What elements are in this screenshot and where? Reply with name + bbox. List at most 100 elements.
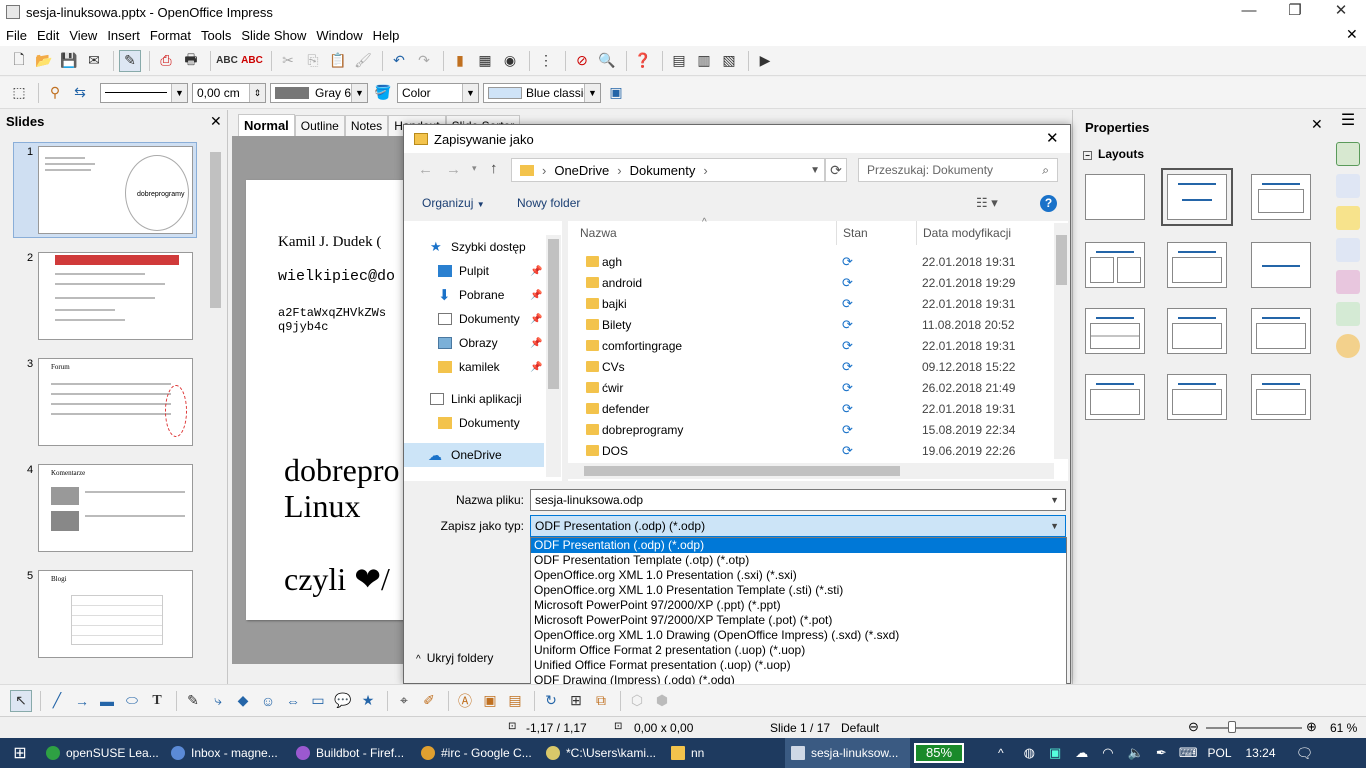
file-row[interactable]: defender ⟳ 22.01.2018 19:31 bbox=[568, 398, 1048, 419]
filetype-option[interactable]: OpenOffice.org XML 1.0 Drawing (OpenOffi… bbox=[531, 628, 1066, 643]
navigator-deck-icon[interactable] bbox=[1336, 334, 1360, 358]
master-pages-icon[interactable] bbox=[1336, 174, 1360, 198]
edit-file-icon[interactable]: ✎ bbox=[119, 49, 141, 72]
restore-icon[interactable]: ❐ bbox=[1272, 0, 1318, 24]
layout-title-only[interactable] bbox=[1167, 242, 1227, 288]
nav-pictures[interactable]: Obrazy 📌 bbox=[404, 331, 544, 355]
menu-tools[interactable]: Tools bbox=[196, 28, 236, 43]
line-ends-icon[interactable]: ⇆ bbox=[69, 82, 91, 104]
slide-thumb-5[interactable]: Blogi bbox=[38, 570, 193, 658]
language-indicator[interactable]: POL bbox=[1207, 746, 1231, 760]
layout-two-content[interactable] bbox=[1085, 242, 1145, 288]
display-grid-icon[interactable]: ◉ bbox=[499, 50, 521, 72]
new-icon[interactable]: 🗋 bbox=[8, 50, 30, 72]
menu-window[interactable]: Window bbox=[311, 28, 367, 43]
filename-input[interactable]: sesja-linuksowa.odp ▼ bbox=[530, 489, 1066, 511]
slide-layout-icon[interactable]: ▥ bbox=[693, 50, 715, 72]
menu-edit[interactable]: Edit bbox=[32, 28, 64, 43]
breadcrumb-dokumenty[interactable]: Dokumenty bbox=[630, 163, 696, 178]
line-icon[interactable]: ⬚ bbox=[8, 82, 30, 104]
menu-view[interactable]: View bbox=[64, 28, 102, 43]
nav-documents[interactable]: Dokumenty 📌 bbox=[404, 307, 544, 331]
open-icon[interactable]: 📂 bbox=[33, 50, 55, 72]
zoom-in-icon[interactable]: ⊕ bbox=[1306, 719, 1317, 735]
arrow-style-icon[interactable]: ⚲ bbox=[44, 82, 66, 104]
email-icon[interactable]: ✉ bbox=[83, 50, 105, 72]
slideshow-icon[interactable]: ▶ bbox=[754, 50, 776, 72]
address-dropdown-icon[interactable]: ▼ bbox=[810, 165, 820, 176]
taskbar-item[interactable]: Buildbot - Firef... bbox=[290, 738, 415, 768]
dialog-help-icon[interactable]: ? bbox=[1040, 195, 1057, 212]
zoom-slider-thumb[interactable] bbox=[1228, 721, 1236, 733]
line-tool-icon[interactable]: ╱ bbox=[46, 690, 68, 712]
hide-folders-button[interactable]: ^ Ukryj foldery bbox=[416, 651, 493, 665]
notifications-icon[interactable]: 🗨 bbox=[1296, 745, 1314, 762]
paste-icon[interactable]: 📋 bbox=[327, 50, 349, 72]
slide-thumb-3[interactable]: Forum bbox=[38, 358, 193, 446]
line-color-select[interactable]: Gray 6 ▼ bbox=[270, 82, 368, 103]
organize-button[interactable]: Organizuj ▼ bbox=[422, 196, 485, 210]
flowchart-icon[interactable]: ▭ bbox=[307, 690, 329, 712]
file-row[interactable]: CVs ⟳ 09.12.2018 15:22 bbox=[568, 356, 1048, 377]
taskbar-item[interactable]: Inbox - magne... bbox=[165, 738, 290, 768]
toggle-extrusion-icon[interactable]: ⬢ bbox=[651, 690, 673, 712]
area-style-icon[interactable]: 🪣 bbox=[372, 82, 394, 104]
new-slide-icon[interactable]: ▤ bbox=[668, 50, 690, 72]
menu-format[interactable]: Format bbox=[145, 28, 196, 43]
address-bar[interactable]: › OneDrive › Dokumenty › ▼ bbox=[511, 158, 825, 182]
battery-indicator[interactable]: 85% bbox=[914, 743, 964, 763]
arrow-line-icon[interactable]: → bbox=[71, 690, 93, 712]
slides-scrollbar[interactable] bbox=[208, 138, 223, 682]
tray-expand-icon[interactable]: ^ bbox=[998, 746, 1004, 760]
filetype-option[interactable]: OpenOffice.org XML 1.0 Presentation Temp… bbox=[531, 583, 1066, 598]
taskbar-item[interactable]: sesja-linuksow... bbox=[785, 738, 910, 768]
zoom-icon[interactable]: 🔍 bbox=[596, 50, 618, 72]
layout-four-content[interactable] bbox=[1167, 374, 1227, 420]
menu-file[interactable]: File bbox=[1, 28, 32, 43]
navigator-icon[interactable]: ⊘ bbox=[571, 50, 593, 72]
arrange-icon[interactable]: ⧉ bbox=[590, 690, 612, 712]
tray-app-icon[interactable]: ◍ bbox=[1024, 745, 1035, 761]
clone-format-icon[interactable]: 🖌 bbox=[352, 50, 374, 72]
copy-icon[interactable]: ⎘ bbox=[302, 50, 324, 72]
gallery-icon[interactable] bbox=[1336, 302, 1360, 326]
line-style-select[interactable]: ▼ bbox=[100, 82, 188, 103]
table-icon[interactable]: ▦ bbox=[474, 50, 496, 72]
filetype-option[interactable]: ODF Presentation (.odp) (*.odp) bbox=[531, 538, 1066, 553]
ellipse-icon[interactable]: ⬭ bbox=[121, 690, 143, 712]
nav-documents-2[interactable]: Dokumenty bbox=[404, 411, 544, 435]
back-icon[interactable]: ← bbox=[418, 161, 433, 178]
start-button[interactable]: ⊞ bbox=[0, 738, 40, 768]
refresh-icon[interactable]: ⟳ bbox=[825, 158, 847, 182]
glue-points-icon[interactable]: ✐ bbox=[418, 690, 440, 712]
column-status[interactable]: Stan bbox=[836, 221, 916, 245]
nav-downloads[interactable]: ⬇ Pobrane 📌 bbox=[404, 283, 544, 307]
sidebar-menu-icon[interactable]: ☰ bbox=[1330, 110, 1366, 134]
styles-icon[interactable] bbox=[1336, 270, 1360, 294]
tab-normal[interactable]: Normal bbox=[238, 114, 295, 136]
layout-six-content[interactable] bbox=[1251, 374, 1311, 420]
select-icon[interactable]: ↖ bbox=[10, 689, 32, 712]
cut-icon[interactable]: ✂ bbox=[277, 50, 299, 72]
layout-content-two[interactable] bbox=[1167, 308, 1227, 354]
tray-store-icon[interactable]: ▣ bbox=[1049, 745, 1061, 761]
callouts-icon[interactable]: 💬 bbox=[332, 690, 354, 712]
onedrive-tray-icon[interactable]: ☁ bbox=[1075, 745, 1088, 761]
forward-icon[interactable]: → bbox=[446, 161, 461, 178]
rectangle-icon[interactable]: ▬ bbox=[96, 690, 118, 712]
nav-scrollbar[interactable] bbox=[546, 235, 561, 477]
wifi-icon[interactable]: ◠ bbox=[1102, 745, 1113, 761]
recent-locations-icon[interactable]: ▾ bbox=[472, 163, 477, 174]
menu-help[interactable]: Help bbox=[368, 28, 405, 43]
symbol-shapes-icon[interactable]: ☺ bbox=[257, 690, 279, 712]
filetype-option[interactable]: ODF Presentation Template (.otp) (*.otp) bbox=[531, 553, 1066, 568]
layout-centered-text[interactable] bbox=[1251, 242, 1311, 288]
redo-icon[interactable]: ↷ bbox=[413, 50, 435, 72]
filetype-option[interactable]: Uniform Office Format 2 presentation (.u… bbox=[531, 643, 1066, 658]
spellcheck-icon[interactable]: ABC bbox=[216, 50, 238, 72]
slide-thumb-4[interactable]: Komentarze bbox=[38, 464, 193, 552]
layout-two-content-two[interactable] bbox=[1251, 308, 1311, 354]
print-icon[interactable]: 🖶 bbox=[180, 50, 202, 72]
help-icon[interactable]: ❓ bbox=[632, 50, 654, 72]
search-input[interactable]: Przeszukaj: Dokumenty ⌕ bbox=[858, 158, 1058, 182]
